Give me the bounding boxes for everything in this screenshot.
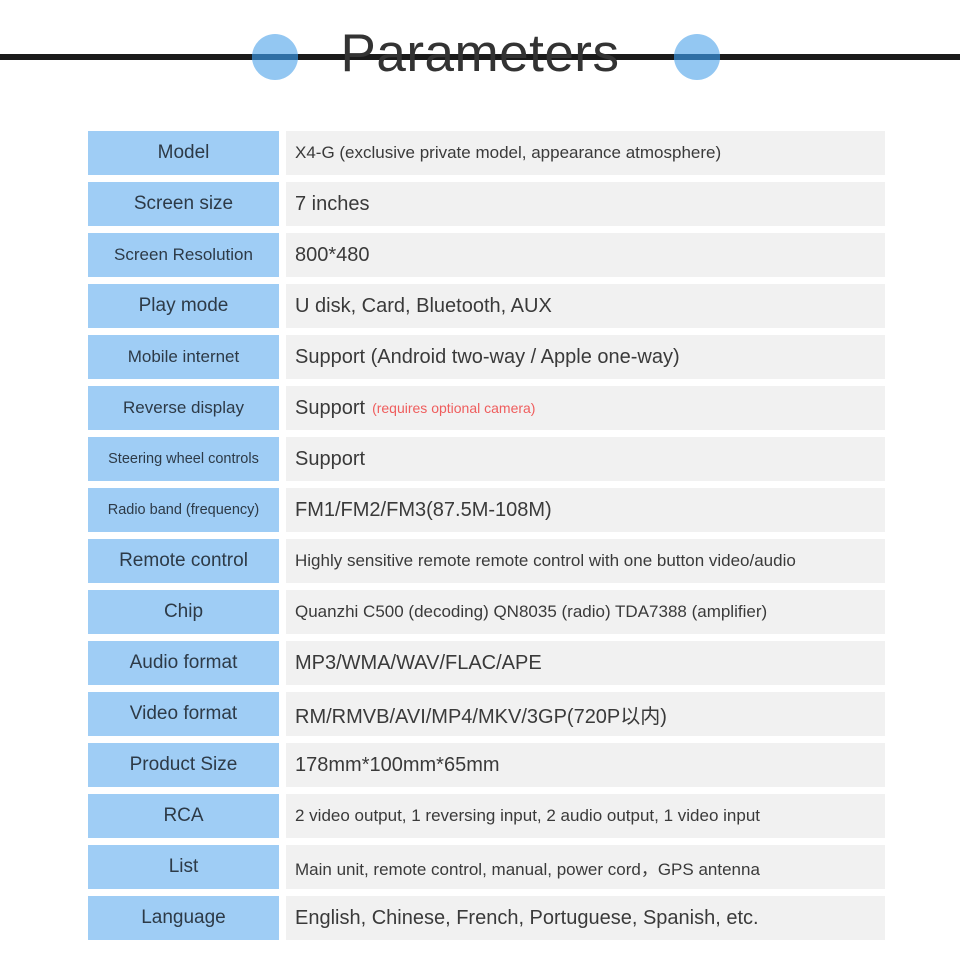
spec-label: Video format (88, 692, 279, 736)
spec-value-text: Support (295, 396, 366, 419)
table-row: Reverse display Support (requires optional… (88, 386, 885, 430)
spec-label: List (88, 845, 279, 889)
table-row: Steering wheel controls Support (88, 437, 885, 481)
spec-value-text: RM/RMVB/AVI/MP4/MKV/3GP(720P以内) (295, 705, 667, 728)
spec-value: RM/RMVB/AVI/MP4/MKV/3GP(720P以内) (286, 692, 885, 736)
spec-value-text: 800*480 (295, 243, 370, 266)
page-header: Parameters (0, 0, 960, 118)
spec-value: Highly sensitive remote remote control w… (286, 539, 885, 583)
table-row: Radio band (frequency) FM1/FM2/FM3(87.5M-… (88, 488, 885, 532)
spec-value-text: Highly sensitive remote remote control w… (295, 551, 796, 570)
spec-value-text: X4-G (exclusive private model, appearanc… (295, 143, 722, 162)
spec-value-text: 178mm*100mm*65mm (295, 753, 500, 776)
spec-value-text: Main unit, remote control, manual, power… (295, 859, 760, 879)
table-row: Model X4-G (exclusive private model, appe… (88, 131, 885, 175)
spec-label: Remote control (88, 539, 279, 583)
table-row: List Main unit, remote control, manual, p… (88, 845, 885, 889)
spec-label: Language (88, 896, 279, 940)
table-row: RCA 2 video output, 1 reversing input, 2 … (88, 794, 885, 838)
spec-label: Screen size (88, 182, 279, 226)
spec-value: U disk, Card, Bluetooth, AUX (286, 284, 885, 328)
spec-value: 178mm*100mm*65mm (286, 743, 885, 787)
spec-label: Reverse display (88, 386, 279, 430)
spec-value: Support (requires optional camera) (286, 386, 885, 430)
table-row: Language English, Chinese, French, Portug… (88, 896, 885, 940)
table-row: Mobile internet Support (Android two-way … (88, 335, 885, 379)
spec-label: Chip (88, 590, 279, 634)
spec-value: Main unit, remote control, manual, power… (286, 845, 885, 889)
spec-value-text: Quanzhi C500 (decoding) QN8035 (radio) T… (295, 602, 768, 621)
spec-value: X4-G (exclusive private model, appearanc… (286, 131, 885, 175)
table-row: Video format RM/RMVB/AVI/MP4/MKV/3GP(720P… (88, 692, 885, 736)
spec-value-text: 2 video output, 1 reversing input, 2 aud… (295, 806, 760, 825)
spec-value: English, Chinese, French, Portuguese, Sp… (286, 896, 885, 940)
spec-label: Audio format (88, 641, 279, 685)
spec-value: Quanzhi C500 (decoding) QN8035 (radio) T… (286, 590, 885, 634)
table-row: Product Size 178mm*100mm*65mm (88, 743, 885, 787)
table-row: Screen size 7 inches (88, 182, 885, 226)
spec-value: 7 inches (286, 182, 885, 226)
spec-value-text: FM1/FM2/FM3(87.5M-108M) (295, 498, 552, 521)
spec-value-text: MP3/WMA/WAV/FLAC/APE (295, 651, 542, 674)
spec-value-note: (requires optional camera) (372, 400, 536, 416)
spec-value: Support (286, 437, 885, 481)
spec-value: Support (Android two-way / Apple one-way… (286, 335, 885, 379)
spec-label: Mobile internet (88, 335, 279, 379)
parameters-spec-page: { "header": { "title": "Parameters", "do… (0, 0, 960, 960)
spec-value-text: Support (295, 447, 366, 470)
table-row: Chip Quanzhi C500 (decoding) QN8035 (radi… (88, 590, 885, 634)
spec-label: RCA (88, 794, 279, 838)
spec-label: Steering wheel controls (88, 437, 279, 481)
spec-value-text: English, Chinese, French, Portuguese, Sp… (295, 906, 759, 929)
spec-value-text: Support (Android two-way / Apple one-way… (295, 345, 680, 368)
table-row: Remote control Highly sensitive remote re… (88, 539, 885, 583)
spec-value-text: U disk, Card, Bluetooth, AUX (295, 294, 552, 317)
specification-table: Model X4-G (exclusive private model, appe… (88, 131, 885, 947)
spec-label: Screen Resolution (88, 233, 279, 277)
spec-label: Model (88, 131, 279, 175)
spec-value-text: 7 inches (295, 192, 370, 215)
table-row: Screen Resolution 800*480 (88, 233, 885, 277)
table-row: Play mode U disk, Card, Bluetooth, AUX (88, 284, 885, 328)
spec-value: 800*480 (286, 233, 885, 277)
spec-value: MP3/WMA/WAV/FLAC/APE (286, 641, 885, 685)
spec-value: 2 video output, 1 reversing input, 2 aud… (286, 794, 885, 838)
table-row: Audio format MP3/WMA/WAV/FLAC/APE (88, 641, 885, 685)
page-title: Parameters (340, 24, 620, 83)
spec-value: FM1/FM2/FM3(87.5M-108M) (286, 488, 885, 532)
spec-label: Play mode (88, 284, 279, 328)
spec-label: Radio band (frequency) (88, 488, 279, 532)
spec-label: Product Size (88, 743, 279, 787)
